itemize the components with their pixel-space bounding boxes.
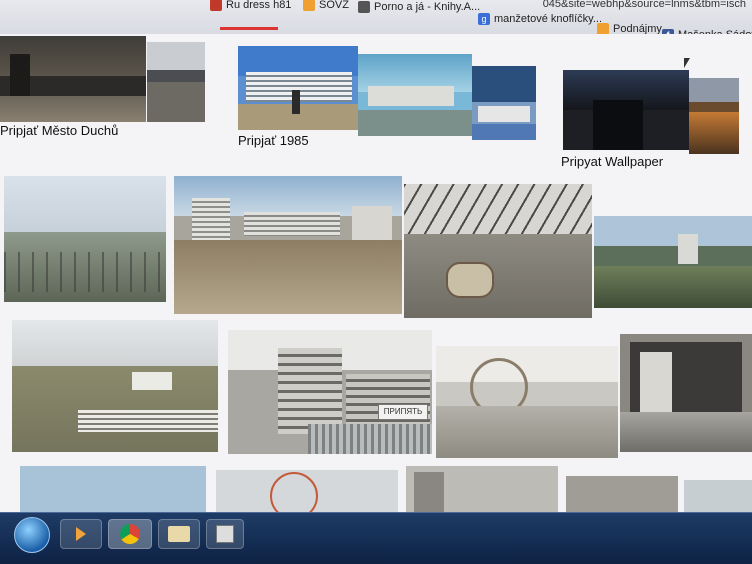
window-icon (216, 525, 234, 543)
image-result[interactable] (216, 470, 398, 516)
related-search-thumb[interactable] (563, 70, 689, 150)
bookmarks-bar: Ru dress h81 SOVZ Porno a já - Knihy.A..… (0, 0, 752, 41)
image-result[interactable] (594, 216, 752, 308)
related-search-thumb[interactable] (689, 78, 739, 154)
bookmark-sovz[interactable]: SOVZ (303, 0, 349, 14)
city-sign: ПРИПЯТЬ (378, 404, 428, 420)
page-icon (358, 1, 370, 13)
address-bar-fragment[interactable]: 045&site=webhp&source=lnms&tbm=isch (543, 0, 746, 12)
folder-icon (168, 526, 190, 542)
image-result[interactable] (620, 334, 752, 452)
bookmark-label: SOVZ (319, 0, 349, 11)
image-result[interactable] (12, 320, 218, 452)
image-results: Pripjať Město Duchů Pripjať 1985 Pripyat… (0, 34, 752, 516)
play-icon (76, 527, 86, 541)
app-window-button[interactable] (206, 519, 244, 549)
bookmark-manzetove[interactable]: g manžetové knoflíčky... (478, 10, 602, 28)
image-result[interactable] (20, 466, 206, 514)
bookmark-label: Porno a já - Knihy.A... (374, 1, 481, 13)
active-tab-indicator (220, 27, 278, 30)
file-explorer-button[interactable] (158, 519, 200, 549)
bookmark-label: manžetové knoflíčky... (494, 13, 603, 25)
bookmark-porno-a-ja[interactable]: Porno a já - Knihy.A... (358, 0, 480, 16)
chrome-icon (120, 524, 140, 544)
image-result[interactable] (566, 476, 678, 516)
image-result[interactable] (406, 466, 558, 514)
chrome-button[interactable] (108, 519, 152, 549)
bookmark-ru-dress[interactable]: Ru dress h81 (210, 0, 291, 14)
related-search-thumb[interactable] (238, 46, 358, 130)
related-search-thumb[interactable] (0, 36, 146, 122)
bookmark-label: Ru dress h81 (226, 0, 292, 11)
folder-icon (303, 0, 315, 11)
image-result[interactable] (436, 346, 618, 458)
image-result[interactable] (404, 184, 592, 318)
mouse-cursor (684, 58, 690, 68)
bookmark-icon (210, 0, 222, 11)
related-search-label[interactable]: Pripyat Wallpaper (561, 154, 663, 169)
google-icon: g (478, 13, 490, 25)
related-search-thumb[interactable] (147, 42, 205, 122)
related-search-thumb[interactable] (358, 54, 472, 136)
image-result[interactable] (4, 176, 166, 302)
media-player-button[interactable] (60, 519, 102, 549)
related-search-label[interactable]: Pripjať 1985 (238, 133, 309, 148)
related-search-label[interactable]: Pripjať Město Duchů (0, 123, 118, 138)
windows-taskbar (0, 512, 752, 564)
related-search-thumb[interactable] (472, 66, 536, 140)
windows-logo-icon[interactable] (14, 517, 50, 553)
image-result[interactable]: ПРИПЯТЬ (228, 330, 432, 454)
image-result[interactable] (684, 480, 752, 516)
monitor-screen: Ru dress h81 SOVZ Porno a já - Knihy.A..… (0, 0, 752, 564)
image-result[interactable] (174, 176, 402, 314)
